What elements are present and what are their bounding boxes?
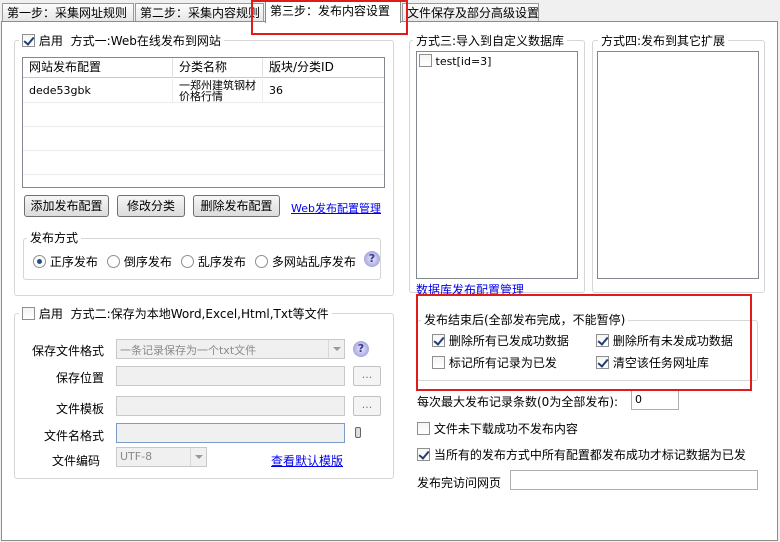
mode-radio-0[interactable] bbox=[33, 255, 46, 268]
file-template-input[interactable] bbox=[116, 396, 345, 416]
mode-label-3: 多网站乱序发布 bbox=[271, 255, 356, 269]
filename-format-input[interactable] bbox=[116, 423, 345, 443]
clear-url-db-label: 清空该任务网址库 bbox=[612, 356, 709, 370]
mode-option-1[interactable]: 倒序发布 bbox=[107, 253, 172, 270]
save-format-label: 保存文件格式 bbox=[32, 344, 105, 358]
tab-content-rules[interactable]: 第二步：采集内容规则 bbox=[135, 3, 264, 22]
table-row[interactable]: dede53gbk 一郑州建筑钢材价格行情 36 bbox=[23, 79, 384, 103]
delete-success-label: 删除所有已发成功数据 bbox=[448, 334, 569, 348]
mode-radio-3[interactable] bbox=[255, 255, 268, 268]
mark-when-all-success-label: 当所有的发布方式中所有配置都发布成功才标记数据为已发 bbox=[433, 448, 746, 462]
after-publish-group bbox=[417, 320, 758, 381]
mode-label-1: 倒序发布 bbox=[123, 255, 172, 269]
mode-label-0: 正序发布 bbox=[49, 255, 98, 269]
delete-success-checkbox[interactable] bbox=[432, 334, 445, 347]
variable-picker-icon[interactable] bbox=[355, 427, 361, 438]
method1-title: 方式一:Web在线发布到网站 bbox=[70, 34, 221, 48]
mode-radio-1[interactable] bbox=[107, 255, 120, 268]
col-category[interactable]: 分类名称 bbox=[173, 58, 263, 78]
max-records-input[interactable]: 0 bbox=[631, 390, 679, 410]
help-icon[interactable]: ? bbox=[364, 251, 380, 267]
skip-failed-download-label: 文件未下载成功不发布内容 bbox=[433, 422, 578, 436]
delete-failed-checkbox[interactable] bbox=[596, 334, 609, 347]
tab-file-save-advanced[interactable]: 文件保存及部分高级设置 bbox=[402, 3, 539, 22]
save-location-input[interactable] bbox=[116, 366, 345, 386]
table-row-empty bbox=[23, 127, 384, 151]
file-encoding-select[interactable]: UTF-8 bbox=[116, 447, 207, 467]
extension-list[interactable] bbox=[597, 51, 759, 279]
list-item[interactable]: test[id=3] bbox=[419, 54, 491, 68]
web-publish-config-manage-link[interactable]: Web发布配置管理 bbox=[291, 200, 381, 216]
cell-id: 36 bbox=[269, 84, 283, 97]
db-item-label: test[id=3] bbox=[435, 55, 492, 68]
mark-when-all-success-checkbox[interactable] bbox=[417, 448, 430, 461]
file-encoding-value: UTF-8 bbox=[120, 450, 153, 463]
browse-location-button[interactable]: ... bbox=[353, 366, 381, 386]
after-publish-legend: 发布结束后(全部发布完成，不能暂停) bbox=[421, 313, 629, 327]
delete-publish-config-button[interactable]: 删除发布配置 bbox=[193, 195, 280, 217]
mark-published-label: 标记所有记录为已发 bbox=[448, 356, 557, 370]
visit-after-publish-input[interactable] bbox=[510, 470, 758, 490]
save-format-value: 一条记录保存为一个txt文件 bbox=[120, 344, 257, 357]
database-publish-config-manage-link[interactable]: 数据库发布配置管理 bbox=[416, 281, 524, 298]
publish-mode-legend: 发布方式 bbox=[27, 231, 82, 245]
chevron-down-icon bbox=[328, 340, 344, 358]
method3-legend: 方式三:导入到自定义数据库 bbox=[413, 34, 568, 48]
method2-title: 方式二:保存为本地Word,Excel,Html,Txt等文件 bbox=[70, 307, 329, 321]
cell-category: 一郑州建筑钢材价格行情 bbox=[173, 79, 263, 103]
max-records-value: 0 bbox=[635, 393, 642, 406]
add-publish-config-button[interactable]: 添加发布配置 bbox=[24, 195, 109, 217]
mode-radio-2[interactable] bbox=[181, 255, 194, 268]
clear-url-db-checkbox[interactable] bbox=[596, 356, 609, 369]
col-config[interactable]: 网站发布配置 bbox=[23, 58, 173, 78]
browse-template-button[interactable]: ... bbox=[353, 396, 381, 416]
edit-category-button[interactable]: 修改分类 bbox=[117, 195, 185, 217]
table-row-empty bbox=[23, 103, 384, 127]
after-option-2[interactable]: 标记所有记录为已发 bbox=[432, 354, 557, 371]
mode-option-2[interactable]: 乱序发布 bbox=[181, 253, 246, 270]
mode-label-2: 乱序发布 bbox=[197, 255, 246, 269]
method4-legend: 方式四:发布到其它扩展 bbox=[598, 34, 729, 48]
filename-format-label: 文件名格式 bbox=[44, 429, 105, 443]
method1-legend: 启用 方式一:Web在线发布到网站 bbox=[19, 34, 224, 48]
col-id[interactable]: 版块/分类ID bbox=[263, 58, 384, 78]
publish-config-table[interactable]: 网站发布配置 分类名称 版块/分类ID dede53gbk 一郑州建筑钢材价格行… bbox=[22, 57, 385, 188]
cell-config: dede53gbk bbox=[23, 79, 173, 103]
method2-enable-label: 启用 bbox=[38, 307, 63, 321]
chevron-down-icon bbox=[190, 448, 206, 466]
after-option-1[interactable]: 删除所有未发成功数据 bbox=[596, 332, 733, 349]
skip-failed-download-option[interactable]: 文件未下载成功不发布内容 bbox=[417, 420, 578, 437]
method1-enable-label: 启用 bbox=[38, 34, 63, 48]
after-option-0[interactable]: 删除所有已发成功数据 bbox=[432, 332, 569, 349]
save-format-select[interactable]: 一条记录保存为一个txt文件 bbox=[116, 339, 345, 359]
file-encoding-label: 文件编码 bbox=[52, 454, 101, 468]
delete-failed-label: 删除所有未发成功数据 bbox=[612, 334, 733, 348]
max-records-label: 每次最大发布记录条数(0为全部发布): bbox=[417, 395, 619, 409]
tab-url-rules[interactable]: 第一步：采集网址规则 bbox=[2, 3, 134, 22]
save-location-label: 保存位置 bbox=[56, 371, 105, 385]
method2-legend: 启用 方式二:保存为本地Word,Excel,Html,Txt等文件 bbox=[19, 307, 332, 321]
database-config-list[interactable]: test[id=3] bbox=[416, 51, 578, 279]
file-template-label: 文件模板 bbox=[56, 402, 105, 416]
table-row-empty bbox=[23, 151, 384, 175]
table-header: 网站发布配置 分类名称 版块/分类ID bbox=[23, 58, 384, 78]
view-default-template-link[interactable]: 查看默认模版 bbox=[271, 452, 343, 469]
tab-bar: 第一步：采集网址规则 第二步：采集内容规则 第三步：发布内容设置 文件保存及部分… bbox=[0, 0, 780, 23]
mark-when-all-success-option[interactable]: 当所有的发布方式中所有配置都发布成功才标记数据为已发 bbox=[417, 446, 746, 463]
visit-after-publish-label: 发布完访问网页 bbox=[417, 476, 502, 490]
method1-enable-checkbox[interactable] bbox=[22, 34, 35, 47]
db-item-checkbox[interactable] bbox=[419, 54, 432, 67]
tab-publish-settings[interactable]: 第三步：发布内容设置 bbox=[265, 0, 401, 23]
mode-option-0[interactable]: 正序发布 bbox=[33, 253, 98, 270]
mode-option-3[interactable]: 多网站乱序发布 bbox=[255, 253, 356, 270]
mark-published-checkbox[interactable] bbox=[432, 356, 445, 369]
help-icon[interactable]: ? bbox=[353, 341, 369, 357]
skip-failed-download-checkbox[interactable] bbox=[417, 422, 430, 435]
after-option-3[interactable]: 清空该任务网址库 bbox=[596, 354, 709, 371]
method2-enable-checkbox[interactable] bbox=[22, 307, 35, 320]
